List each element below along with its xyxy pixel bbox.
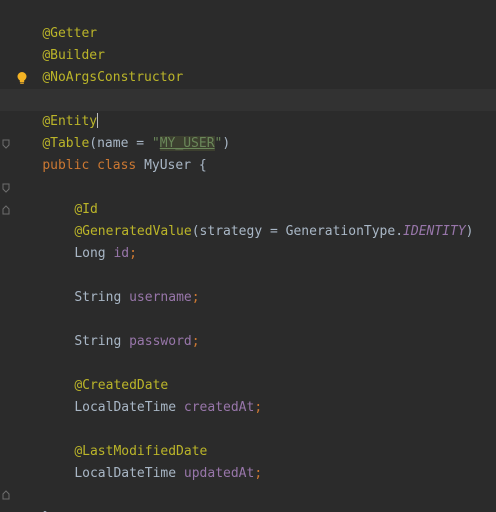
semicolon: ; xyxy=(254,400,263,415)
type-name: String xyxy=(74,334,130,349)
semicolon: ; xyxy=(191,290,200,305)
code-editor[interactable]: @Getter @Builder @NoArgsConstructor @llA… xyxy=(0,0,496,512)
semicolon: ; xyxy=(129,246,137,261)
semicolon: ; xyxy=(254,466,263,481)
fold-marker-icon[interactable] xyxy=(2,139,10,149)
code-line[interactable]: LocalDateTime createdAt; xyxy=(11,375,496,415)
type-name: LocalDateTime xyxy=(74,466,184,481)
fold-marker-icon[interactable] xyxy=(2,183,10,193)
class-name: MyUser { xyxy=(144,158,207,173)
code-line[interactable]: @Builder xyxy=(11,23,496,63)
field-name: username xyxy=(129,290,192,305)
fold-marker-icon[interactable] xyxy=(2,490,10,500)
code-line[interactable]: String password; xyxy=(11,309,496,349)
keyword-public-class: public class xyxy=(42,158,145,173)
type-name: LocalDateTime xyxy=(74,400,184,415)
code-line[interactable]: @GeneratedValue(strategy = GenerationTyp… xyxy=(11,199,496,239)
code-line[interactable]: LocalDateTime updatedAt; xyxy=(11,441,496,481)
field-name: updatedAt xyxy=(183,466,255,481)
semicolon: ; xyxy=(191,334,200,349)
field-name: createdAt xyxy=(183,400,255,415)
code-line-current[interactable]: @Entity xyxy=(0,89,496,129)
code-line[interactable]: @CreatedDate xyxy=(11,353,496,393)
code-line[interactable]: } xyxy=(11,485,496,512)
code-line[interactable]: @LastModifiedDate xyxy=(11,419,496,459)
code-line[interactable]: String username; xyxy=(11,265,496,305)
code-line[interactable]: @NoArgsConstructor xyxy=(11,45,496,85)
fold-marker-icon[interactable] xyxy=(2,205,10,215)
code-line[interactable]: @Getter xyxy=(11,1,496,41)
field-name: password xyxy=(129,334,192,349)
field-name: id xyxy=(113,246,130,261)
code-line[interactable]: @llArgsConstructor xyxy=(11,67,496,107)
code-line[interactable]: Long id; xyxy=(11,221,496,261)
type-name: Long xyxy=(74,246,114,261)
code-line[interactable]: public class MyUser { xyxy=(11,133,496,173)
editor-gutter xyxy=(0,0,10,512)
type-name: String xyxy=(74,290,130,305)
code-line[interactable]: @Table(name = "MY_USER") xyxy=(11,111,496,151)
lightbulb-icon[interactable] xyxy=(16,71,28,85)
code-line[interactable]: @Id xyxy=(11,177,496,217)
